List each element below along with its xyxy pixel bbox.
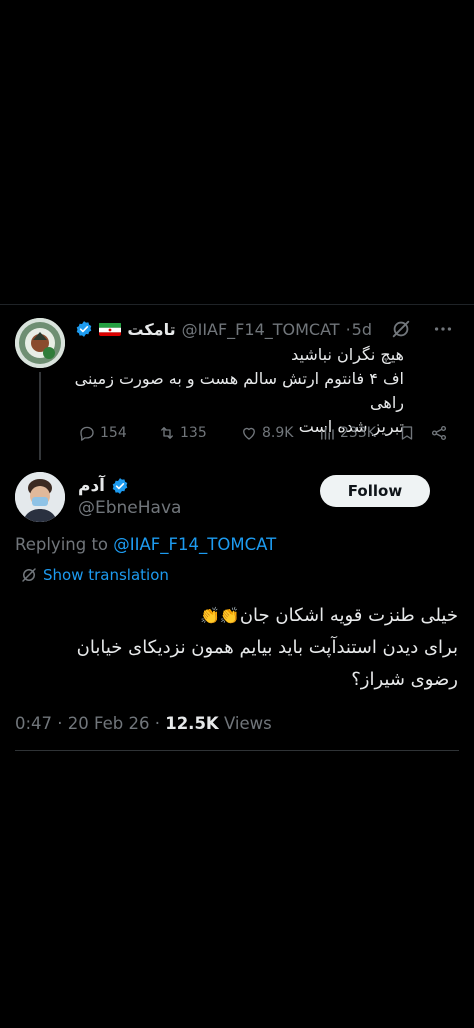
share-icon (431, 425, 447, 441)
repost-count: 135 (180, 425, 207, 441)
views-button[interactable]: 233K (318, 424, 376, 442)
top-divider (0, 304, 474, 305)
translate-icon (22, 568, 36, 582)
views-label: Views (218, 714, 272, 733)
bookmark-icon (401, 426, 413, 440)
tweet-line-1-text: خیلی طنزت قویه اشکان جان (239, 605, 458, 626)
author-avatar[interactable] (15, 472, 65, 522)
author-avatar-image-icon (15, 472, 65, 522)
replying-to-link[interactable]: @IIAF_F14_TOMCAT (113, 535, 276, 554)
tweet-line-3: رضوی شیراز؟ (351, 669, 458, 690)
repost-icon (161, 427, 173, 439)
author-name-row: آدم (78, 476, 129, 496)
parent-avatar[interactable] (15, 318, 65, 368)
main-tweet-text: خیلی طنزت قویه اشکان جان👏👏 برای دیدن است… (18, 600, 458, 696)
parent-display-name[interactable]: تامکت (127, 320, 175, 339)
like-icon (243, 427, 255, 440)
verified-badge-icon (112, 478, 128, 494)
views-total: 12.5K (165, 714, 219, 733)
author-display-name[interactable]: آدم (78, 476, 105, 496)
grok-icon[interactable] (390, 318, 412, 340)
parent-action-bar: 154 135 8.9K 233K (78, 424, 454, 446)
parent-text-line: هیچ نگران نباشید (291, 345, 404, 364)
thread-line (39, 372, 41, 460)
replying-to-row: Replying to @IIAF_F14_TOMCAT (15, 535, 276, 554)
views-count: 233K (340, 425, 376, 441)
views-icon (321, 427, 334, 440)
parent-separator: · (345, 319, 351, 339)
more-icon[interactable] (432, 318, 454, 340)
replying-to-prefix: Replying to (15, 535, 114, 554)
timestamp-row: 0:47 · 20 Feb 26 · 12.5K Views (15, 714, 272, 733)
tweet-line-2: برای دیدن استندآپت باید بیایم همون نزدیک… (76, 637, 458, 658)
verified-badge-icon (77, 321, 92, 337)
iran-flag-icon (99, 322, 122, 336)
clap-emoji: 👏👏 (199, 606, 240, 625)
parent-age[interactable]: 5d (352, 320, 372, 339)
like-count: 8.9K (262, 425, 294, 441)
parent-handle[interactable]: @IIAF_F14_TOMCAT (182, 320, 340, 339)
tweet-line-1: خیلی طنزت قویه اشکان جان👏👏 (18, 600, 458, 632)
follow-button[interactable]: Follow (320, 475, 430, 507)
author-handle[interactable]: @EbneHava (78, 498, 181, 518)
bookmark-button[interactable] (398, 424, 416, 442)
parent-meta-row: تامکت @IIAF_F14_TOMCAT · 5d (75, 318, 454, 340)
show-translation-link[interactable]: Show translation (43, 566, 169, 584)
parent-avatar-image-icon (15, 318, 65, 368)
share-button[interactable] (430, 424, 448, 442)
bottom-divider (15, 750, 459, 751)
repost-button[interactable]: 135 (158, 424, 207, 442)
tweet-timestamp[interactable]: 0:47 · 20 Feb 26 · (15, 714, 165, 733)
reply-count: 154 (100, 425, 127, 441)
parent-text-line: اف ۴ فانتوم ارتش سالم هست و به صورت زمین… (74, 369, 404, 412)
like-button[interactable]: 8.9K (240, 424, 293, 442)
reply-button[interactable]: 154 (78, 424, 127, 442)
reply-icon (80, 426, 94, 441)
show-translation-row[interactable]: Show translation (20, 566, 169, 584)
